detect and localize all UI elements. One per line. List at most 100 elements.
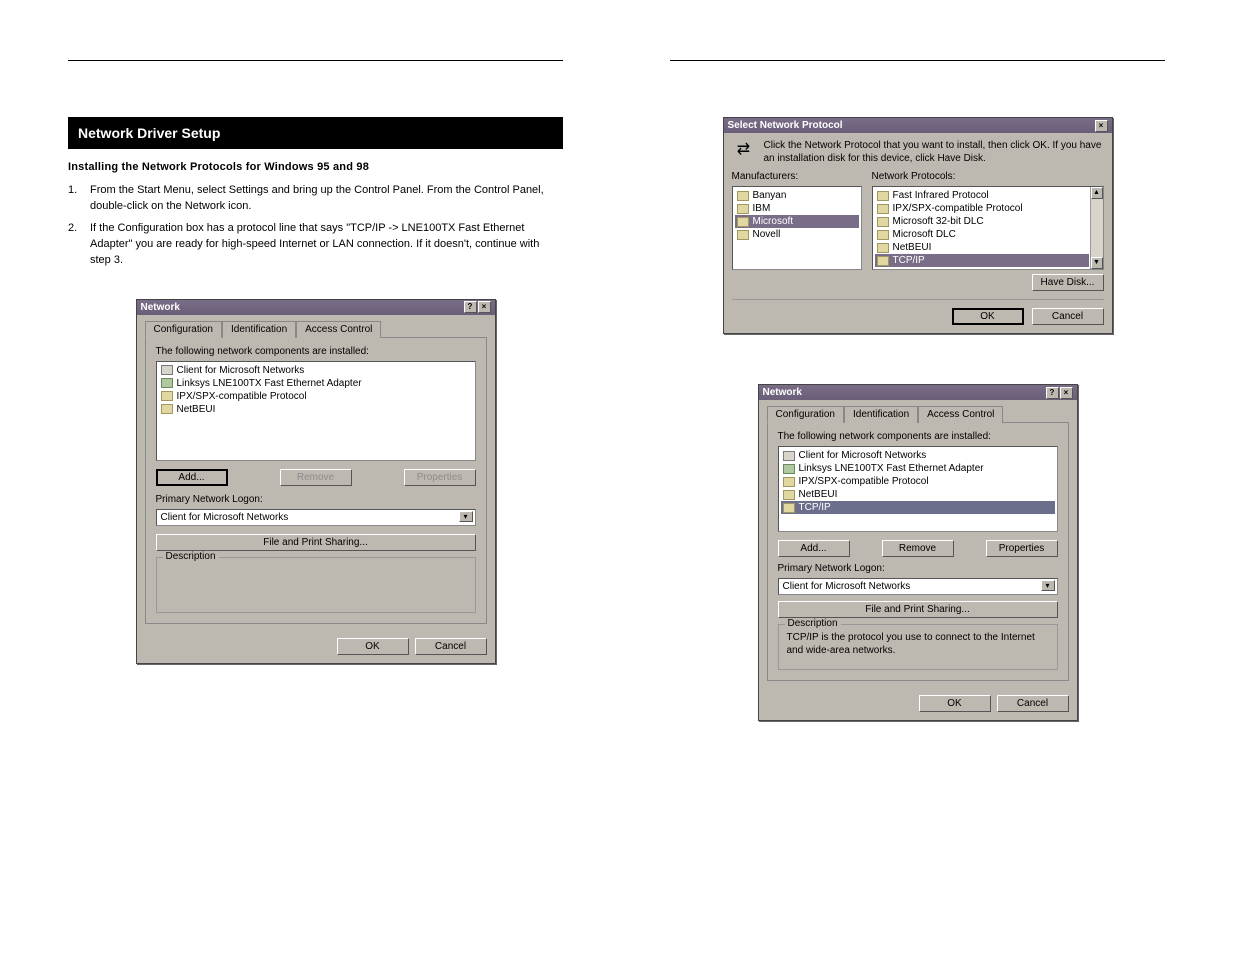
dialog-title: Network bbox=[763, 387, 802, 398]
cancel-button[interactable]: Cancel bbox=[1032, 308, 1104, 325]
list-item[interactable]: TCP/IP bbox=[781, 501, 1055, 514]
description-label: Description bbox=[785, 618, 841, 629]
tab-identification[interactable]: Identification bbox=[844, 406, 918, 423]
protocol-icon bbox=[877, 256, 889, 266]
client-icon bbox=[783, 451, 795, 461]
close-button[interactable]: × bbox=[1095, 120, 1108, 132]
list-item[interactable]: NetBEUI bbox=[781, 488, 1055, 501]
cancel-button[interactable]: Cancel bbox=[415, 638, 487, 655]
protocol-icon bbox=[783, 490, 795, 500]
client-icon bbox=[161, 365, 173, 375]
description-group: Description bbox=[156, 557, 476, 613]
description-label: Description bbox=[163, 551, 219, 562]
instruction-step-1: 1. From the Start Menu, select Settings … bbox=[68, 183, 563, 215]
protocols-listbox[interactable]: Fast Infrared Protocol IPX/SPX-compatibl… bbox=[872, 186, 1104, 270]
tab-access-control[interactable]: Access Control bbox=[918, 406, 1003, 423]
protocol-icon bbox=[877, 243, 889, 253]
description-text: TCP/IP is the protocol you use to connec… bbox=[787, 631, 1049, 659]
file-print-sharing-button[interactable]: File and Print Sharing... bbox=[156, 534, 476, 551]
scroll-down-icon[interactable]: ▼ bbox=[1091, 257, 1103, 269]
list-item[interactable]: Banyan bbox=[735, 189, 859, 202]
list-item[interactable]: IBM bbox=[735, 202, 859, 215]
close-button[interactable]: × bbox=[478, 301, 491, 313]
list-item[interactable]: Novell bbox=[735, 228, 859, 241]
section-heading: Network Driver Setup bbox=[68, 117, 563, 149]
protocol-icon bbox=[737, 217, 749, 227]
instruction-text-2: If the Configuration box has a protocol … bbox=[90, 221, 563, 269]
list-item[interactable]: Linksys LNE100TX Fast Ethernet Adapter bbox=[159, 377, 473, 390]
tabs: Configuration Identification Access Cont… bbox=[145, 321, 487, 338]
titlebar[interactable]: Network ? × bbox=[137, 300, 495, 315]
components-label: The following network components are ins… bbox=[778, 431, 1058, 442]
remove-button[interactable]: Remove bbox=[882, 540, 954, 557]
properties-button: Properties bbox=[404, 469, 476, 486]
adapter-icon bbox=[161, 378, 173, 388]
protocols-label: Network Protocols: bbox=[872, 171, 1104, 182]
list-item[interactable]: Client for Microsoft Networks bbox=[781, 449, 1055, 462]
properties-button[interactable]: Properties bbox=[986, 540, 1058, 557]
primary-logon-label: Primary Network Logon: bbox=[778, 563, 1058, 574]
protocol-icon bbox=[783, 477, 795, 487]
add-button[interactable]: Add... bbox=[778, 540, 850, 557]
primary-logon-label: Primary Network Logon: bbox=[156, 494, 476, 505]
protocol-icon bbox=[737, 230, 749, 240]
primary-logon-dropdown[interactable]: Client for Microsoft Networks bbox=[778, 578, 1058, 595]
scrollbar[interactable]: ▲ ▼ bbox=[1090, 187, 1103, 269]
protocol-icon bbox=[737, 204, 749, 214]
cancel-button[interactable]: Cancel bbox=[997, 695, 1069, 712]
tab-configuration[interactable]: Configuration bbox=[145, 321, 222, 338]
section-subheading: Installing the Network Protocols for Win… bbox=[68, 161, 563, 173]
dialog-title: Network bbox=[141, 302, 180, 313]
list-item[interactable]: IPX/SPX-compatible Protocol bbox=[781, 475, 1055, 488]
list-item[interactable]: Microsoft DLC bbox=[875, 228, 1089, 241]
components-label: The following network components are ins… bbox=[156, 346, 476, 357]
scroll-up-icon[interactable]: ▲ bbox=[1091, 187, 1103, 199]
list-item[interactable]: IPX/SPX-compatible Protocol bbox=[159, 390, 473, 403]
network-dialog-2: Network ? × Configuration Identification… bbox=[758, 384, 1078, 721]
add-button[interactable]: Add... bbox=[156, 469, 228, 486]
list-item[interactable]: Microsoft bbox=[735, 215, 859, 228]
instruction-text-1: From the Start Menu, select Settings and… bbox=[90, 183, 563, 215]
protocol-icon bbox=[877, 204, 889, 214]
list-item[interactable]: NetBEUI bbox=[875, 241, 1089, 254]
list-item[interactable]: Fast Infrared Protocol bbox=[875, 189, 1089, 202]
list-item[interactable]: Linksys LNE100TX Fast Ethernet Adapter bbox=[781, 462, 1055, 475]
protocol-icon bbox=[161, 391, 173, 401]
dialog-intro: Click the Network Protocol that you want… bbox=[764, 139, 1104, 165]
tab-identification[interactable]: Identification bbox=[222, 321, 296, 338]
ok-button[interactable]: OK bbox=[952, 308, 1024, 325]
protocol-icon bbox=[737, 191, 749, 201]
protocol-wizard-icon: ⇄ bbox=[732, 139, 756, 159]
manufacturers-listbox[interactable]: Banyan IBM Microsoft Novell bbox=[732, 186, 862, 270]
list-item[interactable]: IPX/SPX-compatible Protocol bbox=[875, 202, 1089, 215]
left-header-rule bbox=[68, 60, 563, 61]
select-protocol-dialog: Select Network Protocol × ⇄ Click the Ne… bbox=[723, 117, 1113, 334]
primary-logon-dropdown[interactable]: Client for Microsoft Networks bbox=[156, 509, 476, 526]
remove-button: Remove bbox=[280, 469, 352, 486]
help-button[interactable]: ? bbox=[464, 301, 477, 313]
manufacturers-label: Manufacturers: bbox=[732, 171, 862, 182]
ok-button[interactable]: OK bbox=[337, 638, 409, 655]
protocol-icon bbox=[877, 230, 889, 240]
list-item[interactable]: NetBEUI bbox=[159, 403, 473, 416]
list-item[interactable]: Microsoft 32-bit DLC bbox=[875, 215, 1089, 228]
close-button[interactable]: × bbox=[1060, 387, 1073, 399]
tab-configuration[interactable]: Configuration bbox=[767, 406, 844, 423]
adapter-icon bbox=[783, 464, 795, 474]
ok-button[interactable]: OK bbox=[919, 695, 991, 712]
list-item[interactable]: TCP/IP bbox=[875, 254, 1089, 267]
titlebar[interactable]: Select Network Protocol × bbox=[724, 118, 1112, 133]
components-listbox[interactable]: Client for Microsoft Networks Linksys LN… bbox=[156, 361, 476, 461]
have-disk-button[interactable]: Have Disk... bbox=[1032, 274, 1104, 291]
tabs: Configuration Identification Access Cont… bbox=[767, 406, 1069, 423]
protocol-icon bbox=[161, 404, 173, 414]
tab-access-control[interactable]: Access Control bbox=[296, 321, 381, 338]
network-dialog: Network ? × Configuration Identification… bbox=[136, 299, 496, 664]
titlebar[interactable]: Network ? × bbox=[759, 385, 1077, 400]
help-button[interactable]: ? bbox=[1046, 387, 1059, 399]
file-print-sharing-button[interactable]: File and Print Sharing... bbox=[778, 601, 1058, 618]
dialog-title: Select Network Protocol bbox=[728, 120, 843, 131]
components-listbox[interactable]: Client for Microsoft Networks Linksys LN… bbox=[778, 446, 1058, 532]
list-item[interactable]: Client for Microsoft Networks bbox=[159, 364, 473, 377]
instruction-step-2: 2. If the Configuration box has a protoc… bbox=[68, 221, 563, 269]
